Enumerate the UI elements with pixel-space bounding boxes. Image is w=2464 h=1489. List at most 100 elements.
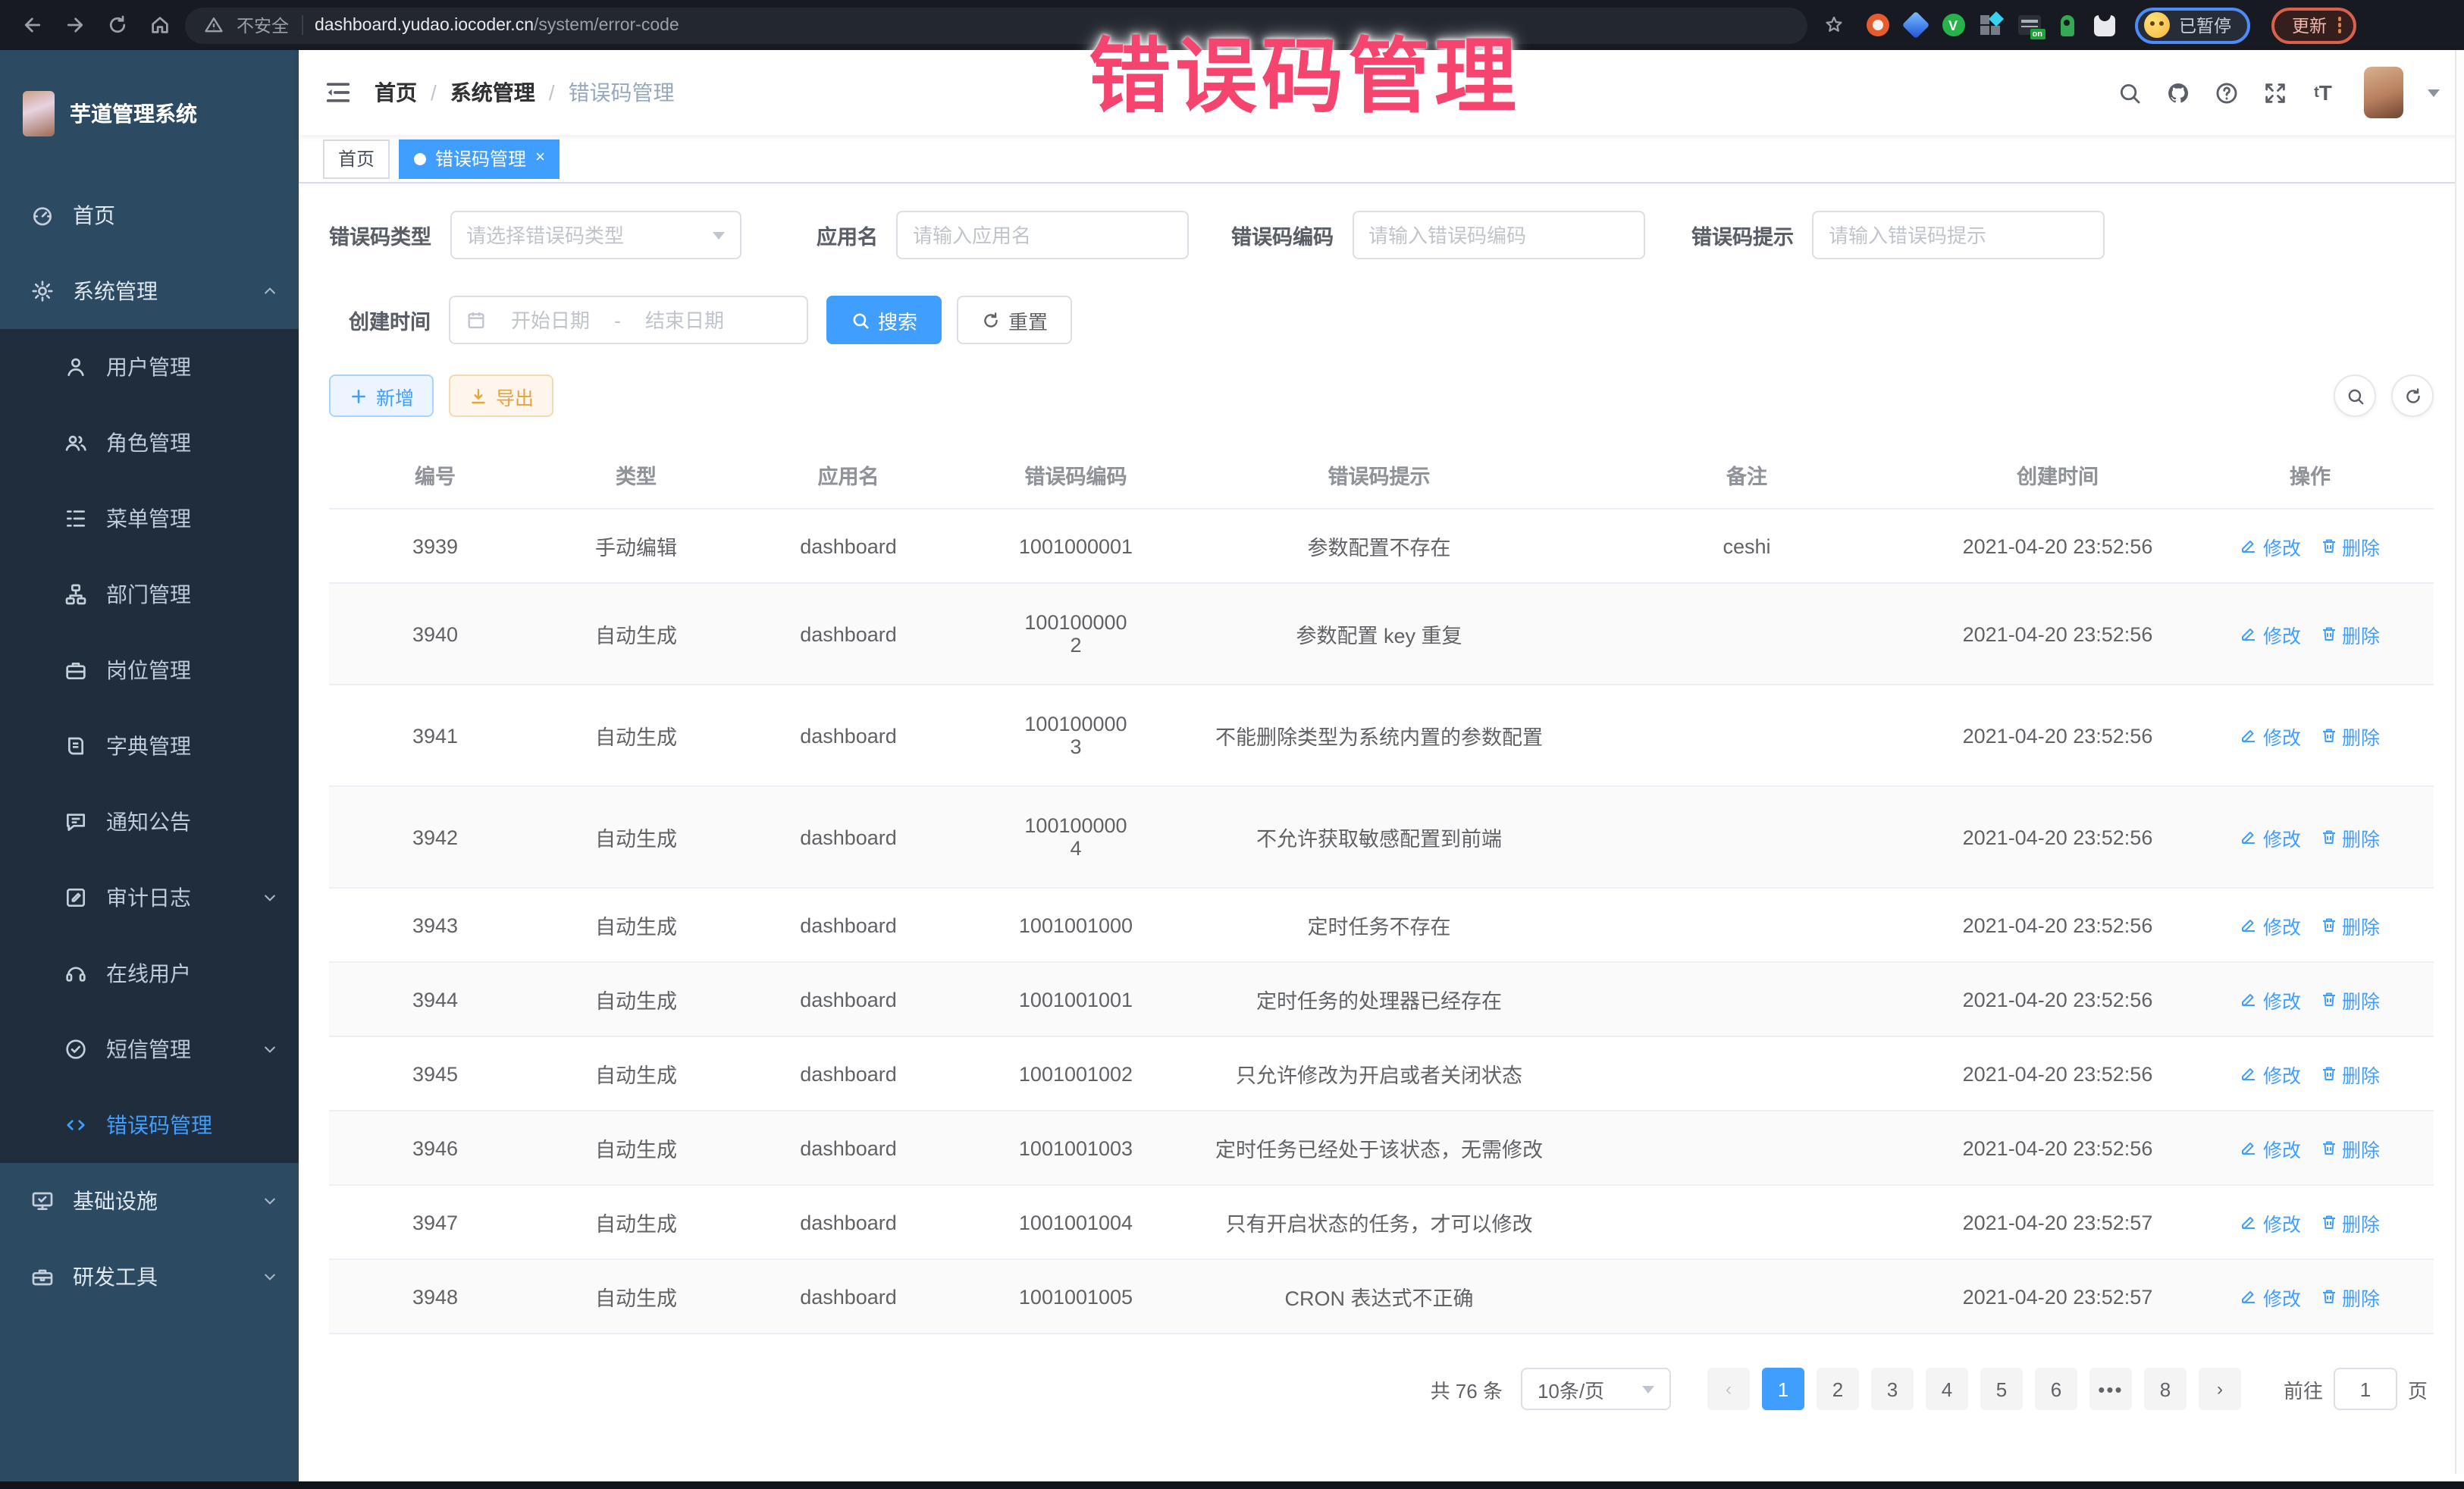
app-name-input[interactable] xyxy=(913,224,1172,246)
delete-button[interactable]: 删除 xyxy=(2319,1133,2380,1162)
browser-scrollbar[interactable] xyxy=(2455,50,2464,1474)
search-icon[interactable] xyxy=(2115,79,2143,106)
edit-button[interactable]: 修改 xyxy=(2240,823,2301,851)
breadcrumb-home[interactable]: 首页 xyxy=(375,77,417,108)
next-page-button[interactable]: › xyxy=(2199,1368,2241,1410)
font-size-icon[interactable]: tT xyxy=(2309,79,2337,106)
page-button-4[interactable]: 4 xyxy=(1926,1368,1968,1410)
app-name-field[interactable] xyxy=(896,211,1189,259)
breadcrumb-system[interactable]: 系统管理 xyxy=(450,77,535,108)
edit-button[interactable]: 修改 xyxy=(2240,1282,2301,1311)
sidebar-item-menus[interactable]: 菜单管理 xyxy=(0,481,299,556)
top-navbar: 首页 / 系统管理 / 错误码管理 tT xyxy=(299,50,2464,135)
sidebar-item-posts[interactable]: 岗位管理 xyxy=(0,632,299,708)
browser-update-button[interactable]: 更新 xyxy=(2271,7,2356,43)
edit-button[interactable]: 修改 xyxy=(2240,619,2301,648)
error-tip-input[interactable] xyxy=(1829,224,2088,246)
edit-button[interactable]: 修改 xyxy=(2240,531,2301,560)
edit-button[interactable]: 修改 xyxy=(2240,911,2301,939)
user-avatar[interactable] xyxy=(2364,67,2403,118)
fullscreen-icon[interactable] xyxy=(2261,79,2288,106)
navbar-actions: tT xyxy=(2115,67,2440,118)
reset-button[interactable]: 重置 xyxy=(957,296,1072,344)
sidebar-item-error-code[interactable]: 错误码管理 xyxy=(0,1087,299,1163)
avatar-caret-icon[interactable] xyxy=(2428,89,2440,96)
profile-paused-badge[interactable]: 已暂停 xyxy=(2135,7,2249,43)
sidebar-item-users[interactable]: 用户管理 xyxy=(0,329,299,405)
page-button-8[interactable]: 8 xyxy=(2144,1368,2187,1410)
sidebar-item-infrastructure[interactable]: 基础设施 xyxy=(0,1163,299,1239)
sidebar-item-dict[interactable]: 字典管理 xyxy=(0,708,299,784)
extension-puzzle-icon[interactable] xyxy=(2093,13,2117,37)
show-search-button[interactable] xyxy=(2334,375,2376,417)
hamburger-icon[interactable] xyxy=(323,77,353,108)
sidebar-item-notice[interactable]: 通知公告 xyxy=(0,784,299,860)
sidebar-item-label: 研发工具 xyxy=(73,1262,262,1292)
bookmark-star-icon[interactable] xyxy=(1817,8,1850,42)
home-icon[interactable] xyxy=(143,8,176,42)
page-button-3[interactable]: 3 xyxy=(1871,1368,1914,1410)
forward-icon[interactable] xyxy=(58,8,91,42)
tag-home[interactable]: 首页 xyxy=(323,139,390,178)
delete-button[interactable]: 删除 xyxy=(2319,1208,2380,1237)
refresh-table-button[interactable] xyxy=(2391,375,2434,417)
delete-button[interactable]: 删除 xyxy=(2319,1059,2380,1088)
extension-switch-icon[interactable]: on xyxy=(2017,13,2041,37)
browser-menu-icon[interactable] xyxy=(2337,17,2341,33)
delete-button[interactable]: 删除 xyxy=(2319,1282,2380,1311)
breadcrumb-separator: / xyxy=(431,80,437,105)
delete-button[interactable]: 删除 xyxy=(2319,985,2380,1014)
edit-button[interactable]: 修改 xyxy=(2240,1208,2301,1237)
search-button[interactable]: 搜索 xyxy=(826,296,942,344)
github-icon[interactable] xyxy=(2164,79,2191,106)
extension-privacy-icon[interactable] xyxy=(2055,13,2079,37)
edit-button[interactable]: 修改 xyxy=(2240,721,2301,750)
sidebar-item-departments[interactable]: 部门管理 xyxy=(0,556,299,632)
delete-button[interactable]: 删除 xyxy=(2319,531,2380,560)
back-icon[interactable] xyxy=(15,8,49,42)
reload-icon[interactable] xyxy=(100,8,133,42)
extension-gem-icon[interactable] xyxy=(1903,13,1927,37)
edit-button[interactable]: 修改 xyxy=(2240,1133,2301,1162)
error-code-input[interactable] xyxy=(1368,224,1628,246)
start-date-input[interactable] xyxy=(496,309,605,331)
error-code-field[interactable] xyxy=(1352,211,1644,259)
sidebar-item-online-users[interactable]: 在线用户 xyxy=(0,936,299,1011)
app-logo[interactable]: 芋道管理系统 xyxy=(0,50,299,177)
page-button-6[interactable]: 6 xyxy=(2035,1368,2077,1410)
sidebar-item-system[interactable]: 系统管理 xyxy=(0,253,299,329)
end-date-input[interactable] xyxy=(630,309,739,331)
sidebar-item-roles[interactable]: 角色管理 xyxy=(0,405,299,481)
sidebar-item-audit-log[interactable]: 审计日志 xyxy=(0,860,299,936)
url-bar[interactable]: 不安全 dashboard.yudao.iocoder.cn/system/er… xyxy=(185,7,1807,43)
page-button-5[interactable]: 5 xyxy=(1980,1368,2023,1410)
delete-button[interactable]: 删除 xyxy=(2319,721,2380,750)
sidebar-item-sms[interactable]: 短信管理 xyxy=(0,1011,299,1087)
error-tip-field[interactable] xyxy=(1812,211,2105,259)
help-icon[interactable] xyxy=(2212,79,2240,106)
cell-app: dashboard xyxy=(731,976,966,1023)
page-size-select[interactable]: 10条/页 xyxy=(1521,1368,1671,1410)
page-button-1[interactable]: 1 xyxy=(1762,1368,1804,1410)
delete-button[interactable]: 删除 xyxy=(2319,911,2380,939)
page-button-2[interactable]: 2 xyxy=(1817,1368,1859,1410)
extension-ubuntu-icon[interactable] xyxy=(1865,13,1889,37)
edit-button[interactable]: 修改 xyxy=(2240,985,2301,1014)
close-tag-icon[interactable]: × xyxy=(535,150,545,167)
more-pages-button[interactable]: ••• xyxy=(2089,1368,2132,1410)
extension-tabs-icon[interactable] xyxy=(1979,13,2003,37)
error-type-select[interactable] xyxy=(450,211,741,259)
tag-error-code[interactable]: 错误码管理 × xyxy=(399,139,560,178)
goto-page-input[interactable] xyxy=(2334,1368,2397,1410)
date-range-picker[interactable]: - xyxy=(449,296,808,344)
prev-page-button[interactable]: ‹ xyxy=(1707,1368,1750,1410)
delete-button[interactable]: 删除 xyxy=(2319,619,2380,648)
sidebar-item-dev-tools[interactable]: 研发工具 xyxy=(0,1239,299,1315)
error-type-input[interactable] xyxy=(466,224,712,246)
export-button[interactable]: 导出 xyxy=(449,375,553,417)
add-button[interactable]: 新增 xyxy=(329,375,434,417)
delete-button[interactable]: 删除 xyxy=(2319,823,2380,851)
extension-v-icon[interactable]: V xyxy=(1941,13,1965,37)
sidebar-item-home[interactable]: 首页 xyxy=(0,177,299,253)
edit-button[interactable]: 修改 xyxy=(2240,1059,2301,1088)
